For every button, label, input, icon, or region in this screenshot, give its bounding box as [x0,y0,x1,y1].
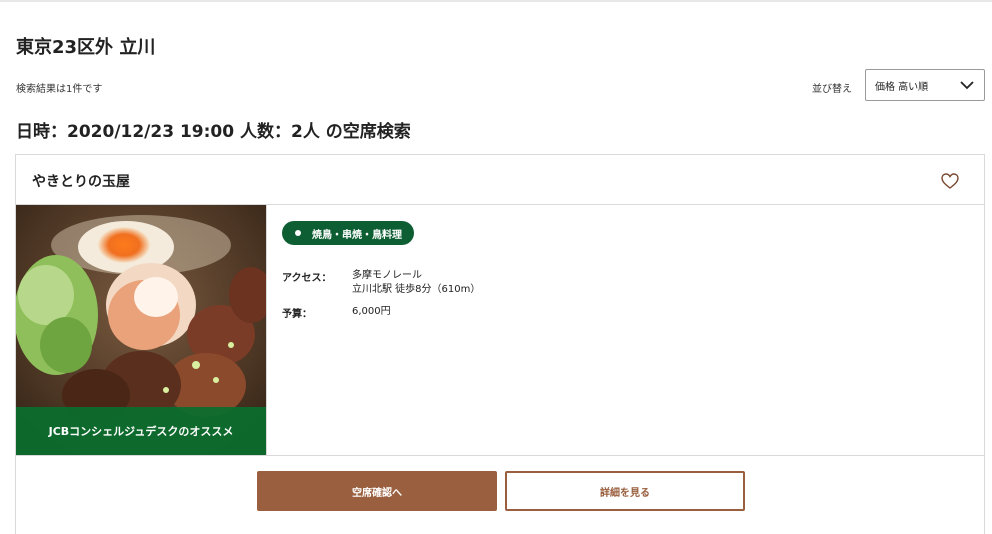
result-count: 検索結果は1件です [16,84,103,95]
budget-value: 6,000円 [352,306,391,317]
search-conditions-heading: 日時：2020/12/23 19:00 人数：2人 の空席検索 [16,122,411,142]
recommendation-banner: JCBコンシェルジュデスクのオススメ [16,407,266,455]
page-title: 東京23区外 立川 [16,37,156,58]
sort-selected-value: 価格 高い順 [875,81,929,93]
restaurant-card: やきとりの玉屋 JCBコンシェルジュデスクのオススメ 焼鳥・串焼・鳥料理 アクセ… [15,154,985,534]
genre-label: 焼鳥・串焼・鳥料理 [312,229,402,241]
card-header: やきとりの玉屋 [16,155,984,205]
check-availability-button[interactable]: 空席確認へ [257,471,497,511]
restaurant-name[interactable]: やきとりの玉屋 [32,171,130,191]
sort-dropdown[interactable]: 価格 高い順 [865,69,985,101]
chevron-down-icon [960,81,974,90]
photo-divider [266,205,267,455]
genre-badge: 焼鳥・串焼・鳥料理 [282,221,414,245]
heart-outline-icon[interactable] [940,171,960,191]
access-line-2: 立川北駅 徒歩8分（610m） [352,284,481,295]
view-details-button[interactable]: 詳細を見る [505,471,745,511]
badge-dot-icon [295,230,301,236]
card-divider [16,455,984,456]
budget-label: 予算： [282,309,312,320]
access-value: 多摩モノレール 立川北駅 徒歩8分（610m） [352,269,480,297]
access-line-1: 多摩モノレール [352,270,422,281]
top-divider [0,0,992,2]
sort-label: 並び替え [812,84,852,95]
restaurant-photo[interactable]: JCBコンシェルジュデスクのオススメ [16,205,266,455]
access-label: アクセス： [282,273,332,284]
